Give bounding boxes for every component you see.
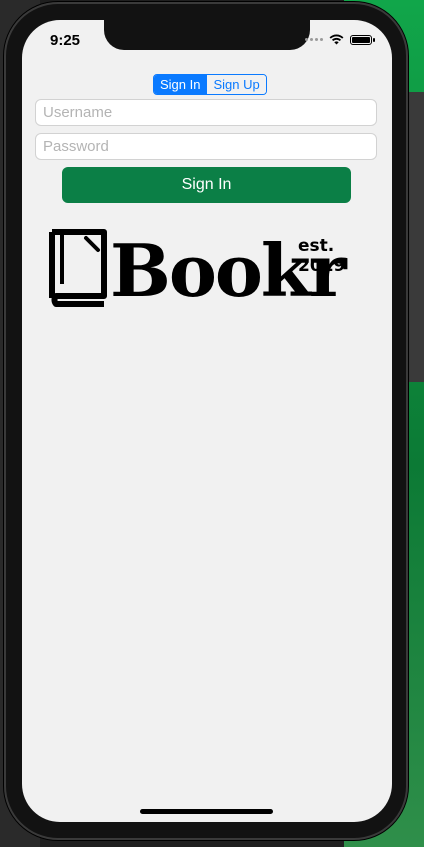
bookr-logo: Bookr est. 2019 [42, 228, 374, 312]
battery-icon [350, 34, 375, 45]
sign-in-button[interactable]: Sign In [62, 167, 351, 203]
username-input[interactable] [35, 99, 377, 126]
segment-sign-in[interactable]: Sign In [154, 75, 207, 94]
logo-tagline: est. 2019 [298, 236, 346, 276]
phone-frame: 9:25 Sign In Sign Up Sign In [4, 2, 408, 840]
wifi-icon [329, 34, 344, 45]
password-input[interactable] [35, 133, 377, 160]
home-indicator [140, 809, 273, 814]
status-icons [305, 34, 375, 45]
notch [104, 20, 310, 50]
book-icon [49, 229, 107, 307]
status-time: 9:25 [50, 32, 81, 49]
segment-sign-up[interactable]: Sign Up [206, 75, 266, 94]
app-screen: 9:25 Sign In Sign Up Sign In [22, 20, 392, 822]
auth-mode-segmented-control[interactable]: Sign In Sign Up [153, 74, 267, 95]
cellular-signal-icon [305, 38, 323, 41]
